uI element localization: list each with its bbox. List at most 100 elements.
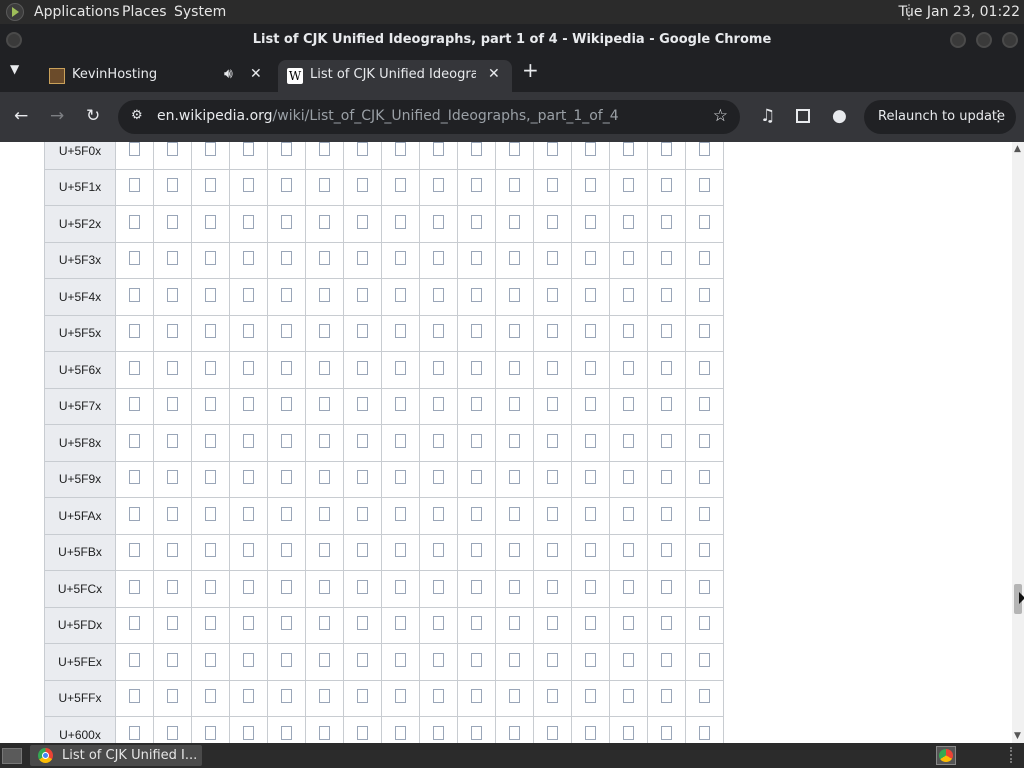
missing-glyph-box xyxy=(547,725,558,740)
missing-glyph-box xyxy=(471,214,482,229)
table-row: U+5FAx xyxy=(44,497,724,535)
ideograph-cell xyxy=(115,205,154,243)
missing-glyph-box xyxy=(661,579,672,594)
missing-glyph-box xyxy=(205,543,216,558)
missing-glyph-box xyxy=(699,178,710,193)
new-tab-icon[interactable]: + xyxy=(522,58,539,82)
close-window-button[interactable] xyxy=(1002,32,1018,48)
side-panel-icon[interactable] xyxy=(796,109,810,123)
window-titlebar[interactable]: List of CJK Unified Ideographs, part 1 o… xyxy=(0,24,1024,56)
ideograph-cell xyxy=(381,606,420,644)
ideograph-cell xyxy=(153,351,192,389)
clock[interactable]: Tue Jan 23, 01:22 xyxy=(899,4,1020,20)
maximize-button[interactable] xyxy=(976,32,992,48)
system-menu[interactable]: System xyxy=(174,4,226,20)
show-desktop-icon[interactable] xyxy=(2,748,22,764)
profile-icon[interactable]: ● xyxy=(832,106,847,126)
reload-icon[interactable]: ↻ xyxy=(86,106,100,126)
ideograph-cell xyxy=(685,497,724,535)
scroll-down-arrow-icon[interactable]: ▼ xyxy=(1014,731,1021,741)
ideograph-cell xyxy=(685,351,724,389)
ideograph-cell xyxy=(343,533,382,571)
missing-glyph-box xyxy=(357,324,368,339)
table-row: U+5FFx xyxy=(44,679,724,717)
missing-glyph-box xyxy=(167,251,178,266)
missing-glyph-box xyxy=(357,543,368,558)
back-arrow-icon[interactable]: ← xyxy=(14,106,28,126)
ideograph-cell xyxy=(571,606,610,644)
forward-arrow-icon[interactable]: → xyxy=(50,106,64,126)
missing-glyph-box xyxy=(395,251,406,266)
missing-glyph-box xyxy=(661,652,672,667)
missing-glyph-box xyxy=(167,287,178,302)
minimize-button[interactable] xyxy=(950,32,966,48)
vertical-scrollbar[interactable]: ▲ ▼ xyxy=(1012,142,1024,743)
ideograph-cell xyxy=(381,142,420,170)
speaker-icon[interactable]: 🔊︎ xyxy=(224,66,233,82)
chrome-tray-icon[interactable] xyxy=(936,746,956,765)
missing-glyph-box xyxy=(205,251,216,266)
tab-kevinhosting[interactable]: KevinHosting 🔊︎ ✕ xyxy=(40,60,272,92)
browser-toolbar: ← → ↻ ⚙ en.wikipedia.org/wiki/List_of_CJ… xyxy=(0,92,1024,142)
ideograph-cell xyxy=(609,643,648,681)
ideograph-cell xyxy=(457,142,496,170)
tab-cjk-ideographs[interactable]: W List of CJK Unified Ideograph ✕ xyxy=(278,60,512,92)
missing-glyph-box xyxy=(433,397,444,412)
missing-glyph-box xyxy=(585,616,596,631)
relaunch-button[interactable]: Relaunch to update ⋮ xyxy=(864,100,1016,134)
missing-glyph-box xyxy=(129,543,140,558)
ideograph-cell xyxy=(305,460,344,498)
ideograph-cell xyxy=(533,314,572,352)
missing-glyph-box xyxy=(357,251,368,266)
ideograph-cell xyxy=(381,533,420,571)
row-header: U+5FCx xyxy=(44,570,116,608)
tab-search-chevron-icon[interactable]: ▼ xyxy=(10,62,19,76)
distro-logo-icon[interactable] xyxy=(6,3,24,21)
ideograph-cell xyxy=(343,460,382,498)
ideograph-cell xyxy=(343,716,382,743)
missing-glyph-box xyxy=(433,251,444,266)
missing-glyph-box xyxy=(357,689,368,704)
url-text[interactable]: en.wikipedia.org/wiki/List_of_CJK_Unifie… xyxy=(157,108,619,124)
missing-glyph-box xyxy=(243,543,254,558)
cjk-ideographs-table: U+5F0x U+5F1x U+5F2x U+5F3x U+5F4x U+5F5x U+5F… xyxy=(44,142,724,743)
kebab-menu-icon[interactable]: ⋮ xyxy=(991,107,1006,125)
address-bar[interactable]: ⚙ en.wikipedia.org/wiki/List_of_CJK_Unif… xyxy=(118,100,740,134)
ideograph-cell xyxy=(115,424,154,462)
ideograph-cell xyxy=(381,205,420,243)
missing-glyph-box xyxy=(471,360,482,375)
scroll-up-arrow-icon[interactable]: ▲ xyxy=(1014,144,1021,154)
ideograph-cell xyxy=(571,241,610,279)
missing-glyph-box xyxy=(509,397,520,412)
ideograph-cell xyxy=(457,570,496,608)
missing-glyph-box xyxy=(167,324,178,339)
applications-menu[interactable]: Applications xyxy=(34,4,120,20)
missing-glyph-box xyxy=(129,287,140,302)
ideograph-cell xyxy=(115,716,154,743)
close-tab-icon[interactable]: ✕ xyxy=(488,66,500,82)
missing-glyph-box xyxy=(433,178,444,193)
ideograph-cell xyxy=(609,533,648,571)
ideograph-cell xyxy=(419,241,458,279)
missing-glyph-box xyxy=(471,287,482,302)
missing-glyph-box xyxy=(547,251,558,266)
ideograph-cell xyxy=(685,142,724,170)
table-row: U+5F4x xyxy=(44,278,724,316)
ideograph-cell xyxy=(229,497,268,535)
site-info-icon[interactable]: ⚙ xyxy=(131,108,143,123)
ideograph-cell xyxy=(305,168,344,206)
missing-glyph-box xyxy=(661,543,672,558)
ideograph-cell xyxy=(647,424,686,462)
close-tab-icon[interactable]: ✕ xyxy=(250,66,262,82)
ideograph-cell xyxy=(305,314,344,352)
ideograph-cell xyxy=(571,533,610,571)
missing-glyph-box xyxy=(433,689,444,704)
media-control-icon[interactable]: ♫ xyxy=(760,106,775,126)
missing-glyph-box xyxy=(167,616,178,631)
ideograph-cell xyxy=(305,278,344,316)
taskbar-chrome-window[interactable]: List of CJK Unified I... xyxy=(30,745,202,766)
places-menu[interactable]: Places xyxy=(122,4,167,20)
missing-glyph-box xyxy=(129,142,140,156)
bookmark-star-icon[interactable]: ☆ xyxy=(713,106,728,126)
missing-glyph-box xyxy=(395,397,406,412)
